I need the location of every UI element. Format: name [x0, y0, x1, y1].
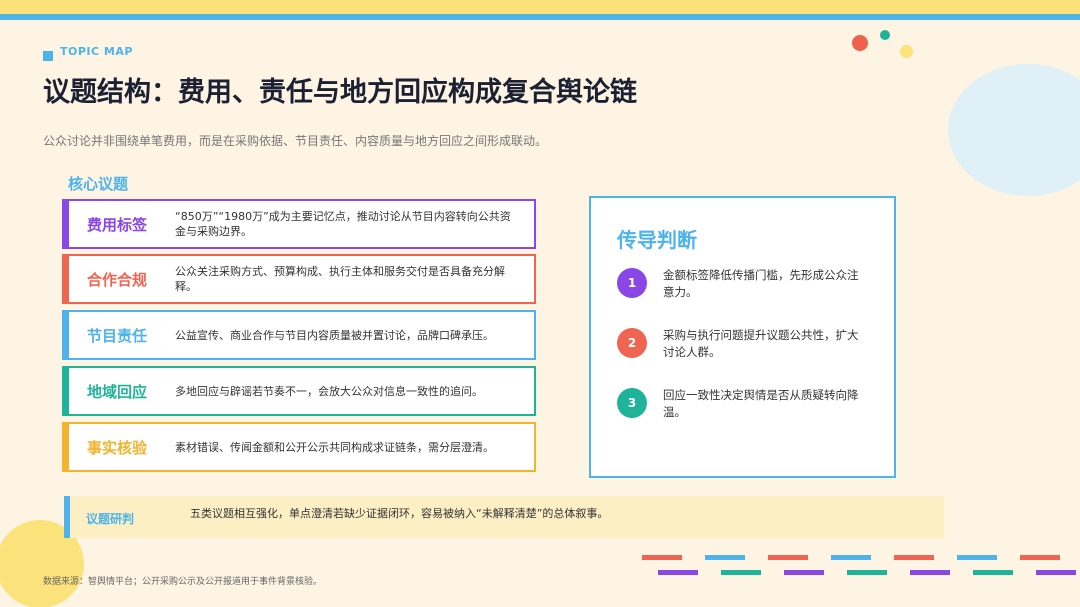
topic-tag: TOPIC MAP: [60, 45, 133, 58]
issue-card-regional-response: 地域回应 多地回应与辟谣若节奏不一，会放大公众对信息一致性的追问。: [62, 366, 536, 416]
issue-desc: 多地回应与辟谣若节奏不一，会放大公众对信息一致性的追问。: [175, 384, 483, 398]
decorative-dash: [768, 555, 808, 560]
issue-card-compliance: 合作合规 公众关注采购方式、预算构成、执行主体和服务交付是否具备充分解释。: [62, 254, 536, 304]
decorative-dash: [642, 555, 682, 560]
decorative-dash: [1020, 555, 1060, 560]
decorative-dash: [957, 555, 997, 560]
issue-card-fee-label: 费用标签 “850万”“1980万”成为主要记忆点，推动讨论从节目内容转向公共资…: [62, 199, 536, 249]
top-band-yellow: [0, 0, 1080, 14]
decorative-dash: [831, 555, 871, 560]
issue-label: 事实核验: [87, 438, 148, 457]
decorative-dash: [705, 555, 745, 560]
core-issues-heading: 核心议题: [68, 175, 129, 193]
judgement-text: 采购与执行问题提升议题公共性，扩大讨论人群。: [663, 328, 859, 359]
issue-label: 合作合规: [87, 270, 148, 289]
judgement-card: 传导判断 1 金额标签降低传播门槛，先形成公众注意力。 2 采购与执行问题提升议…: [589, 196, 896, 478]
judgement-item: 3 回应一致性决定舆情是否从质疑转向降温。: [617, 388, 867, 421]
judgement-title: 传导判断: [617, 228, 697, 252]
decorative-dash: [658, 570, 698, 575]
judgement-text: 金额标签降低传播门槛，先形成公众注意力。: [663, 268, 859, 299]
judgement-item: 2 采购与执行问题提升议题公共性，扩大讨论人群。: [617, 328, 867, 361]
decorative-dash: [847, 570, 887, 575]
decorative-dot-yellow: [900, 45, 913, 58]
page-subtitle: 公众讨论并非围绕单笔费用，而是在采购依据、节目责任、内容质量与地方回应之间形成联…: [43, 134, 548, 148]
decorative-dash: [1036, 570, 1076, 575]
issue-card-program-responsibility: 节目责任 公益宣传、商业合作与节目内容质量被并置讨论，品牌口碑承压。: [62, 310, 536, 360]
step-number-badge: 2: [617, 328, 647, 358]
summary-label: 议题研判: [86, 512, 135, 526]
step-number-badge: 1: [617, 268, 647, 298]
decorative-dash: [910, 570, 950, 575]
decorative-dash: [721, 570, 761, 575]
judgement-text: 回应一致性决定舆情是否从质疑转向降温。: [663, 388, 859, 419]
issue-desc: 素材错误、传闻金额和公开公示共同构成求证链条，需分层澄清。: [175, 440, 494, 454]
issue-label: 节目责任: [87, 326, 148, 345]
topic-marker-square: [43, 51, 53, 61]
summary-text: 五类议题相互强化，单点澄清若缺少证据闭环，容易被纳入“未解释清楚”的总体叙事。: [190, 507, 609, 520]
issue-label: 费用标签: [87, 215, 148, 234]
issue-desc: 公众关注采购方式、预算构成、执行主体和服务交付是否具备充分解释。: [175, 265, 505, 293]
decorative-circle: [948, 64, 1080, 196]
decorative-dash: [784, 570, 824, 575]
issue-desc: “850万”“1980万”成为主要记忆点，推动讨论从节目内容转向公共资金与采购边…: [175, 210, 511, 238]
page-title: 议题结构：费用、责任与地方回应构成复合舆论链: [43, 77, 637, 108]
issue-label: 地域回应: [87, 382, 148, 401]
data-source-note: 数据来源：智舆情平台；公开采购公示及公开报道用于事件背景核验。: [43, 577, 323, 587]
decorative-dash: [973, 570, 1013, 575]
issue-desc: 公益宣传、商业合作与节目内容质量被并置讨论，品牌口碑承压。: [175, 328, 494, 342]
decorative-dot-red: [852, 35, 868, 51]
summary-bar: 议题研判 五类议题相互强化，单点澄清若缺少证据闭环，容易被纳入“未解释清楚”的总…: [64, 496, 944, 538]
decorative-dash: [894, 555, 934, 560]
decorative-dot-teal: [880, 30, 890, 40]
judgement-item: 1 金额标签降低传播门槛，先形成公众注意力。: [617, 268, 867, 301]
issue-card-fact-check: 事实核验 素材错误、传闻金额和公开公示共同构成求证链条，需分层澄清。: [62, 422, 536, 472]
step-number-badge: 3: [617, 388, 647, 418]
top-band-blue: [0, 14, 1080, 20]
